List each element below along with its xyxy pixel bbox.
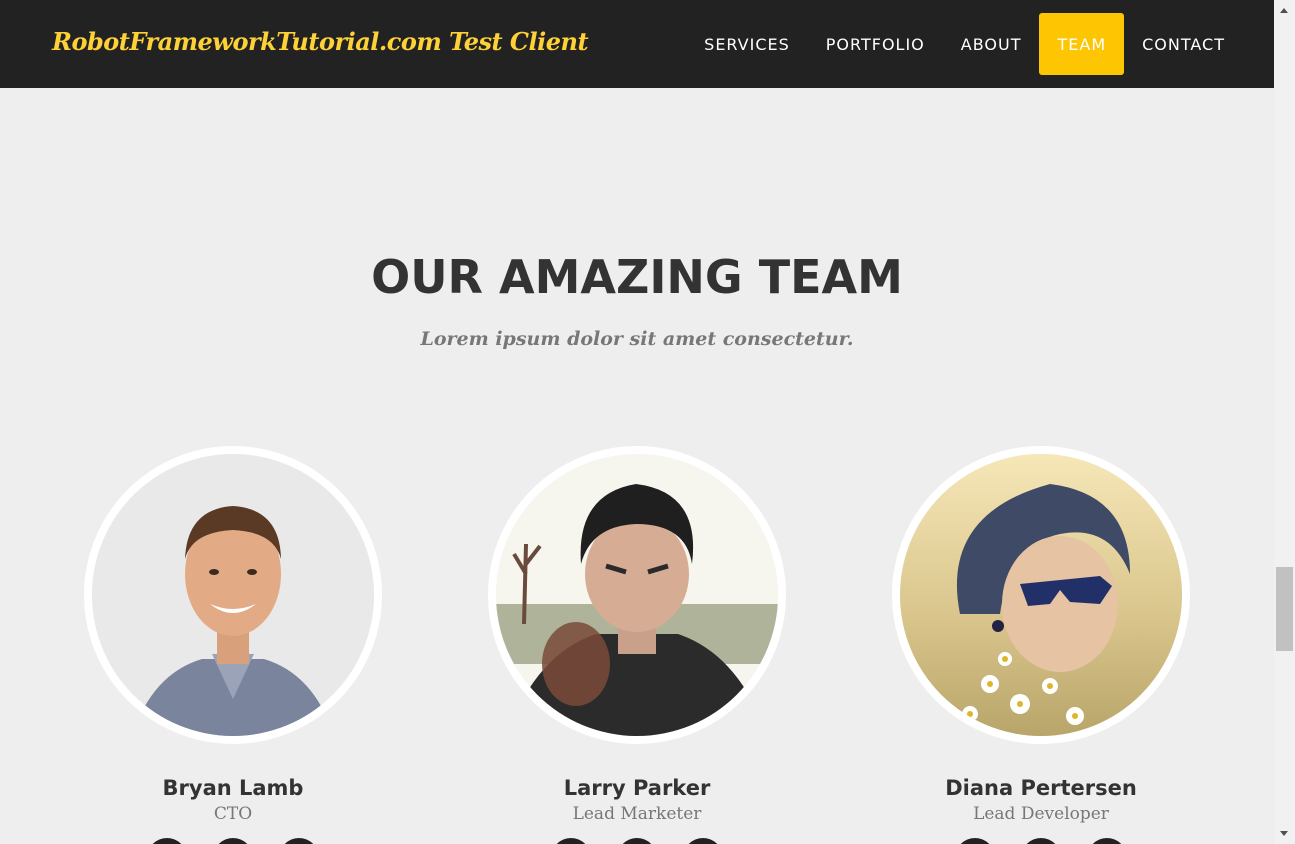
member-role: Lead Developer: [973, 804, 1109, 824]
nav-link-team[interactable]: TEAM: [1039, 13, 1125, 75]
section-subheading: Lorem ipsum dolor sit amet consectetur.: [420, 328, 854, 350]
nav-link-portfolio[interactable]: PORTFOLIO: [808, 13, 943, 75]
scroll-down-arrow-icon[interactable]: [1280, 831, 1288, 836]
member-photo-bryan: [84, 446, 382, 744]
linkedin-icon[interactable]: [683, 838, 723, 844]
team-member: Diana Pertersen Lead Developer: [891, 446, 1191, 844]
member-name: Bryan Lamb: [162, 776, 304, 800]
twitter-icon[interactable]: [147, 838, 187, 844]
social-links: [487, 838, 787, 844]
section-heading: OUR AMAZING TEAM: [371, 250, 903, 304]
nav-links: SERVICES PORTFOLIO ABOUT TEAM CONTACT: [686, 13, 1243, 75]
member-photo-larry: [488, 446, 786, 744]
member-name: Diana Pertersen: [945, 776, 1137, 800]
navbar: RobotFrameworkTutorial.com Test Client S…: [0, 0, 1274, 88]
scrollbar-thumb[interactable]: [1276, 567, 1293, 651]
member-role: Lead Marketer: [572, 804, 702, 824]
scroll-up-arrow-icon[interactable]: [1280, 8, 1288, 13]
team-member: Bryan Lamb CTO: [83, 446, 383, 844]
page-scrollbar[interactable]: [1274, 0, 1295, 844]
linkedin-icon[interactable]: [279, 838, 319, 844]
team-member: Larry Parker Lead Marketer: [487, 446, 787, 844]
twitter-icon[interactable]: [551, 838, 591, 844]
member-role: CTO: [213, 804, 253, 824]
member-name: Larry Parker: [563, 776, 711, 800]
social-links: [83, 838, 383, 844]
facebook-icon[interactable]: [1021, 838, 1061, 844]
nav-link-about[interactable]: ABOUT: [943, 13, 1040, 75]
twitter-icon[interactable]: [955, 838, 995, 844]
nav-link-services[interactable]: SERVICES: [686, 13, 808, 75]
facebook-icon[interactable]: [617, 838, 657, 844]
brand-logo-link[interactable]: RobotFrameworkTutorial.com Test Client: [52, 27, 589, 56]
social-links: [891, 838, 1191, 844]
member-photo-diana: [892, 446, 1190, 744]
nav-link-contact[interactable]: CONTACT: [1124, 13, 1243, 75]
linkedin-icon[interactable]: [1087, 838, 1127, 844]
facebook-icon[interactable]: [213, 838, 253, 844]
